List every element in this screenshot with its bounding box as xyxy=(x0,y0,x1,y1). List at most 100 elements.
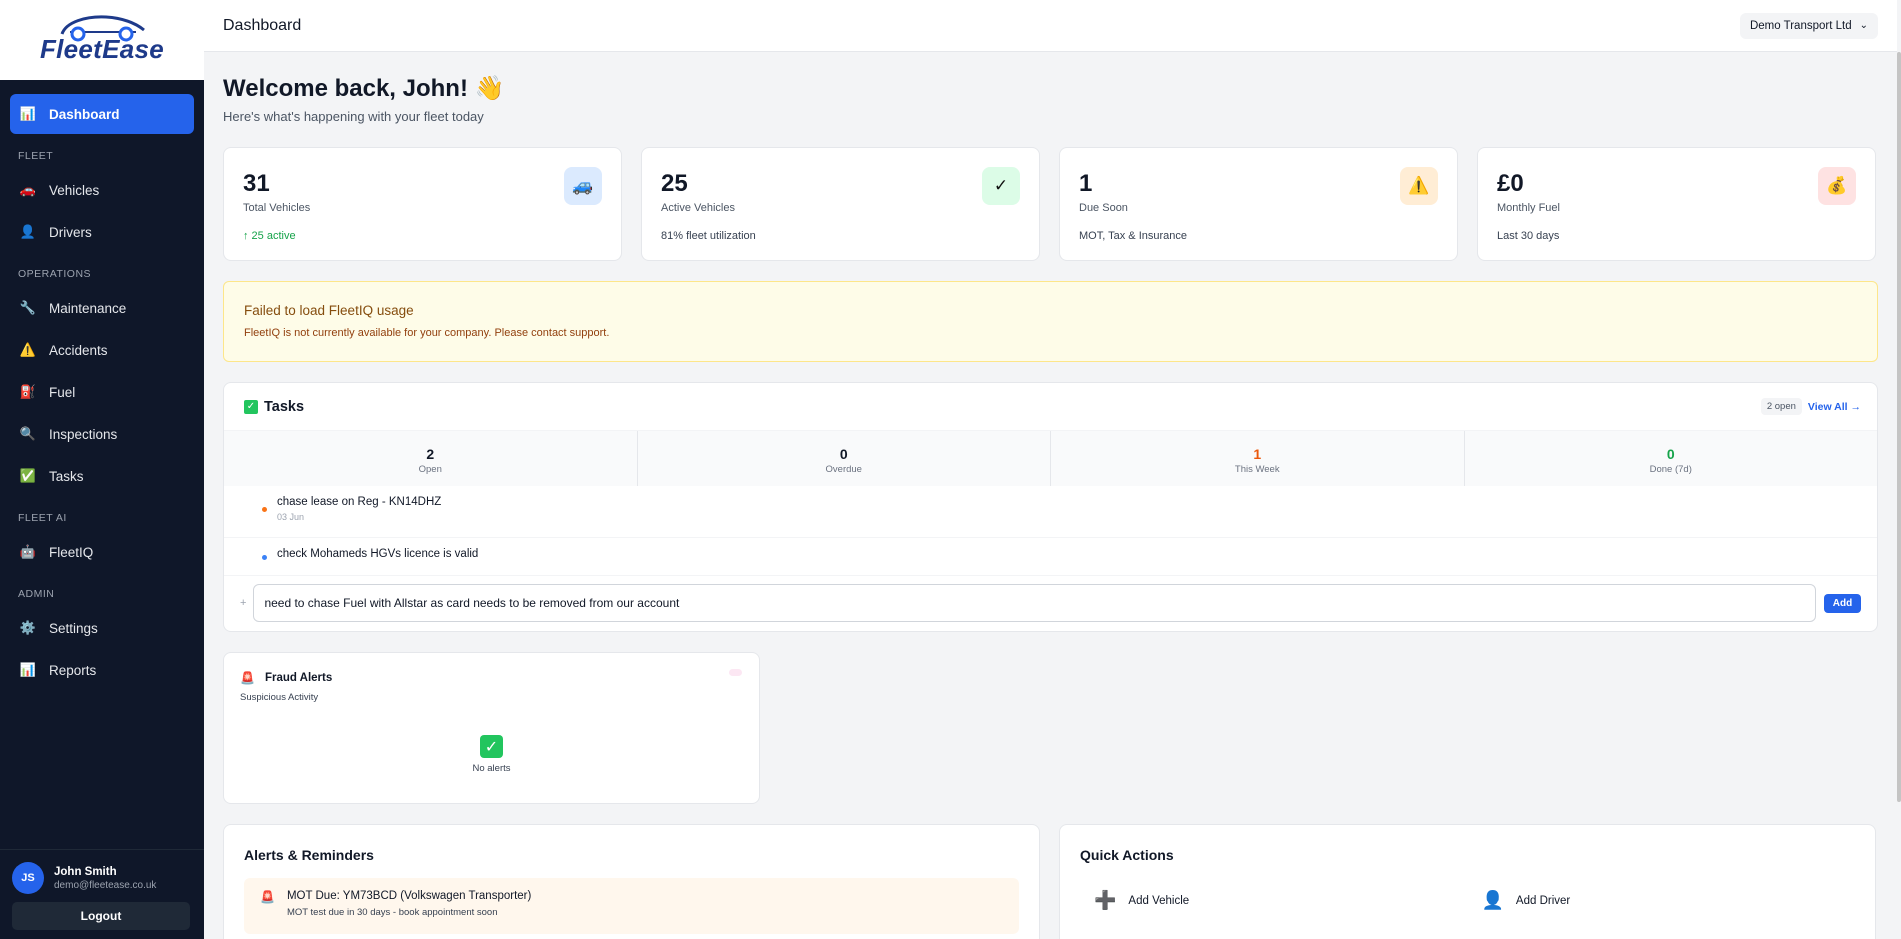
stat-note: 81% fleet utilization xyxy=(661,230,756,242)
top-bar: Dashboard Demo Transport Ltd ⌄ xyxy=(204,0,1897,52)
check-icon: ✓ xyxy=(982,167,1020,205)
tasks-card: ✓ Tasks 2 open View All → 2 Open 0 Overd… xyxy=(223,382,1878,632)
magnifier-icon: 🔍 xyxy=(19,426,37,441)
task-stat-this-week[interactable]: 1 This Week xyxy=(1051,431,1465,486)
truck-icon: 🚙 xyxy=(564,167,602,205)
sidebar-item-label: Accidents xyxy=(49,342,108,358)
nav-section-operations: OPERATIONS xyxy=(18,268,92,280)
stat-note: Last 30 days xyxy=(1497,230,1560,242)
task-stat-overdue[interactable]: 0 Overdue xyxy=(638,431,1051,486)
sidebar-item-maintenance[interactable]: 🔧 Maintenance xyxy=(10,288,194,328)
task-text: check Mohameds HGVs licence is valid xyxy=(277,548,479,560)
company-selector[interactable]: Demo Transport Ltd ⌄ xyxy=(1739,12,1878,39)
alert-title: MOT Due: YM73BCD (Volkswagen Transporter… xyxy=(286,890,532,902)
task-item[interactable]: chase lease on Reg - KN14DHZ 03 Jun xyxy=(224,486,1877,538)
warning-icon: ⚠️ xyxy=(1400,167,1438,205)
stat-card-total-vehicles[interactable]: 31 Total Vehicles ↑ 25 active 🚙 xyxy=(223,147,622,261)
error-title: Failed to load FleetIQ usage xyxy=(244,303,414,318)
sidebar-item-label: Inspections xyxy=(49,426,118,442)
bar-chart-icon: 📊 xyxy=(19,662,37,677)
quick-actions-title: Quick Actions xyxy=(1080,847,1174,863)
company-name: Demo Transport Ltd xyxy=(1749,19,1852,32)
add-task-button[interactable]: Add xyxy=(1824,593,1861,613)
robot-icon: 🤖 xyxy=(19,544,37,559)
priority-dot xyxy=(262,555,267,560)
user-email: demo@fleetease.co.uk xyxy=(54,879,157,891)
user-panel: JS John Smith demo@fleetease.co.uk Logou… xyxy=(0,849,204,939)
person-icon: 👤 xyxy=(1481,890,1504,910)
alert-item[interactable]: 🚨 MOT Due: YM73BCD (Volkswagen Transport… xyxy=(244,878,1019,934)
car-icon: 🚗 xyxy=(19,182,37,197)
alert-description: MOT test due in 30 days - book appointme… xyxy=(286,907,498,918)
sidebar-item-label: FleetIQ xyxy=(49,544,94,560)
empty-state-text: No alerts xyxy=(472,763,511,774)
plus-icon: ➕ xyxy=(1094,890,1117,910)
task-stat-done[interactable]: 0 Done (7d) xyxy=(1465,431,1878,486)
add-driver-button[interactable]: 👤 Add Driver xyxy=(1468,890,1856,911)
sidebar-item-settings[interactable]: ⚙️ Settings xyxy=(10,608,194,648)
stat-card-monthly-fuel[interactable]: £0 Monthly Fuel Last 30 days 💰 xyxy=(1477,147,1876,261)
sidebar: FleetEase 📊 Dashboard FLEET 🚗 Vehicles 👤… xyxy=(0,0,204,939)
scrollbar[interactable] xyxy=(1897,52,1901,802)
stat-card-active-vehicles[interactable]: 25 Active Vehicles 81% fleet utilization… xyxy=(641,147,1040,261)
task-stat-value: 2 xyxy=(426,446,435,462)
quick-action-label: Add Vehicle xyxy=(1128,894,1190,907)
sidebar-item-label: Fuel xyxy=(49,384,76,400)
stat-value: 25 xyxy=(661,170,688,197)
fraud-status-pill xyxy=(729,669,742,676)
task-stat-value: 0 xyxy=(839,446,848,462)
plus-icon: + xyxy=(240,597,247,609)
sidebar-nav: 📊 Dashboard FLEET 🚗 Vehicles 👤 Drivers O… xyxy=(0,80,204,690)
sidebar-item-accidents[interactable]: ⚠️ Accidents xyxy=(10,330,194,370)
task-date: 03 Jun xyxy=(277,512,305,522)
task-stat-value: 0 xyxy=(1666,446,1675,462)
task-stat-open[interactable]: 2 Open xyxy=(224,431,638,486)
stats-row: 31 Total Vehicles ↑ 25 active 🚙 25 Activ… xyxy=(223,147,1878,261)
siren-icon: 🚨 xyxy=(240,671,255,685)
siren-icon: 🚨 xyxy=(260,890,275,904)
bottom-row: Alerts & Reminders 🚨 MOT Due: YM73BCD (V… xyxy=(223,824,1878,939)
fraud-alerts-card: 🚨 Fraud Alerts Suspicious Activity ✓ No … xyxy=(223,652,760,804)
money-bag-icon: 💰 xyxy=(1818,167,1856,205)
priority-dot xyxy=(262,507,267,512)
logo[interactable]: FleetEase xyxy=(0,0,204,80)
stat-note: MOT, Tax & Insurance xyxy=(1079,230,1188,242)
sidebar-item-vehicles[interactable]: 🚗 Vehicles xyxy=(10,170,194,210)
alerts-card: Alerts & Reminders 🚨 MOT Due: YM73BCD (V… xyxy=(223,824,1040,939)
stat-value: 1 xyxy=(1079,170,1093,197)
stat-label: Active Vehicles xyxy=(661,202,735,214)
view-all-link[interactable]: View All → xyxy=(1808,401,1861,413)
nav-section-fleet: FLEET xyxy=(18,150,54,162)
sidebar-item-drivers[interactable]: 👤 Drivers xyxy=(10,212,194,252)
sidebar-item-dashboard[interactable]: 📊 Dashboard xyxy=(10,94,194,134)
bar-chart-icon: 📊 xyxy=(19,106,37,121)
empty-state: ✓ No alerts xyxy=(224,735,759,774)
sidebar-item-reports[interactable]: 📊 Reports xyxy=(10,650,194,690)
task-item[interactable]: check Mohameds HGVs licence is valid xyxy=(224,538,1877,576)
fraud-title: Fraud Alerts xyxy=(264,672,333,684)
sidebar-item-label: Reports xyxy=(49,662,97,678)
person-icon: 👤 xyxy=(19,224,37,239)
sidebar-item-inspections[interactable]: 🔍 Inspections xyxy=(10,414,194,454)
task-stat-value: 1 xyxy=(1253,446,1262,462)
stat-card-due-soon[interactable]: 1 Due Soon MOT, Tax & Insurance ⚠️ xyxy=(1059,147,1458,261)
welcome-subtitle: Here's what's happening with your fleet … xyxy=(223,109,484,124)
alerts-title: Alerts & Reminders xyxy=(244,847,374,863)
new-task-input[interactable] xyxy=(253,584,1816,622)
welcome-heading: Welcome back, John! 👋 xyxy=(223,75,505,102)
quick-actions-card: Quick Actions ➕ Add Vehicle 👤 Add Driver xyxy=(1059,824,1876,939)
stat-note: ↑ 25 active xyxy=(243,230,296,242)
page-title: Dashboard xyxy=(223,16,302,34)
car-logo-icon xyxy=(60,15,145,42)
nav-section-admin: ADMIN xyxy=(18,588,55,600)
open-count-badge: 2 open xyxy=(1760,398,1802,415)
tasks-title: Tasks xyxy=(264,398,305,415)
sidebar-item-fuel[interactable]: ⛽ Fuel xyxy=(10,372,194,412)
sidebar-item-fleetiq[interactable]: 🤖 FleetIQ xyxy=(10,532,194,572)
sidebar-item-label: Drivers xyxy=(49,224,92,240)
task-summary: 2 Open 0 Overdue 1 This Week 0 Done (7d) xyxy=(224,431,1877,486)
sidebar-item-tasks[interactable]: ✅ Tasks xyxy=(10,456,194,496)
task-stat-label: Open xyxy=(418,464,442,475)
add-vehicle-button[interactable]: ➕ Add Vehicle xyxy=(1080,890,1468,911)
logout-button[interactable]: Logout xyxy=(12,902,190,930)
